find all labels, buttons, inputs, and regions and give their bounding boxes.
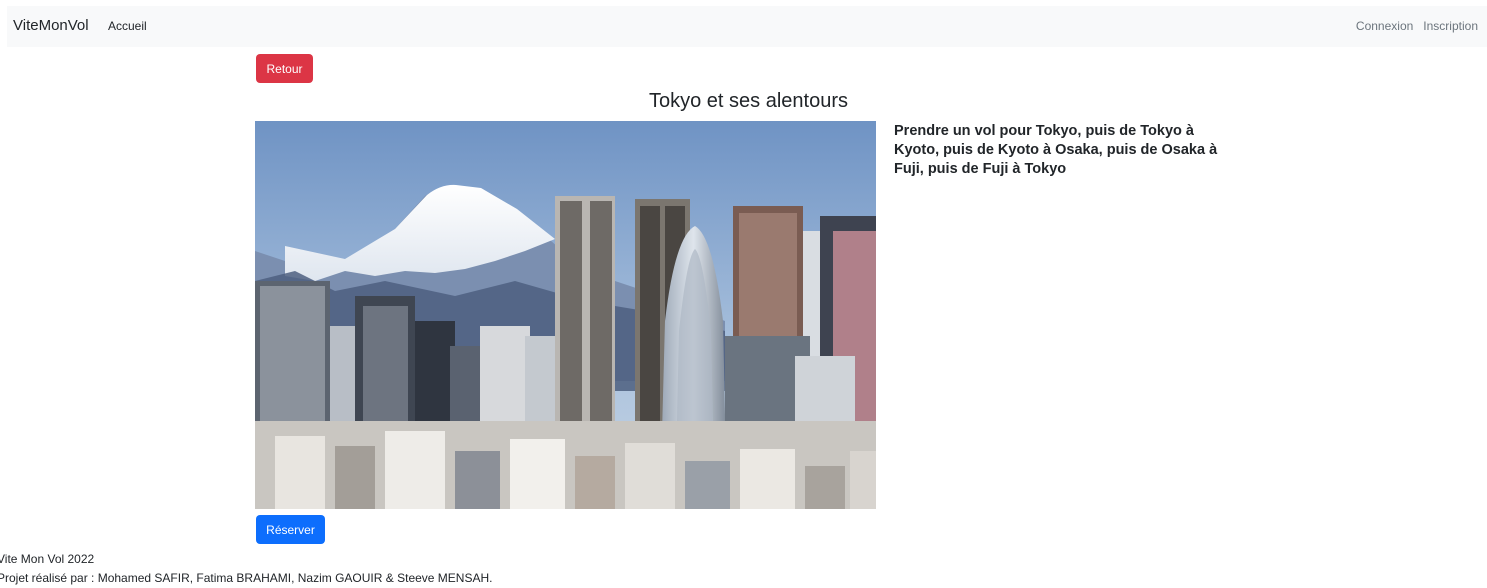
brand-link[interactable]: ViteMonVol (13, 17, 89, 34)
trip-description: Prendre un vol pour Tokyo, puis de Tokyo… (894, 123, 1218, 177)
nav-link-home[interactable]: Accueil (108, 19, 147, 33)
nav-link-signup[interactable]: Inscription (1423, 19, 1478, 33)
footer-copyright: Vite Mon Vol 2022 (0, 552, 95, 566)
footer-credits: Projet réalisé par : Mohamed SAFIR, Fati… (0, 571, 493, 585)
page-title: Tokyo et ses alentours (649, 90, 848, 112)
nav-auth-links: Connexion Inscription (1356, 19, 1478, 33)
footer: Vite Mon Vol 2022 Projet réalisé par : M… (0, 550, 492, 588)
destination-image (255, 121, 876, 509)
nav-link-login[interactable]: Connexion (1356, 19, 1413, 33)
back-button[interactable]: Retour (256, 54, 313, 83)
book-button[interactable]: Réserver (256, 515, 325, 544)
tokyo-skyline-illustration (255, 121, 876, 509)
navbar: ViteMonVol Accueil Connexion Inscription (7, 6, 1487, 47)
